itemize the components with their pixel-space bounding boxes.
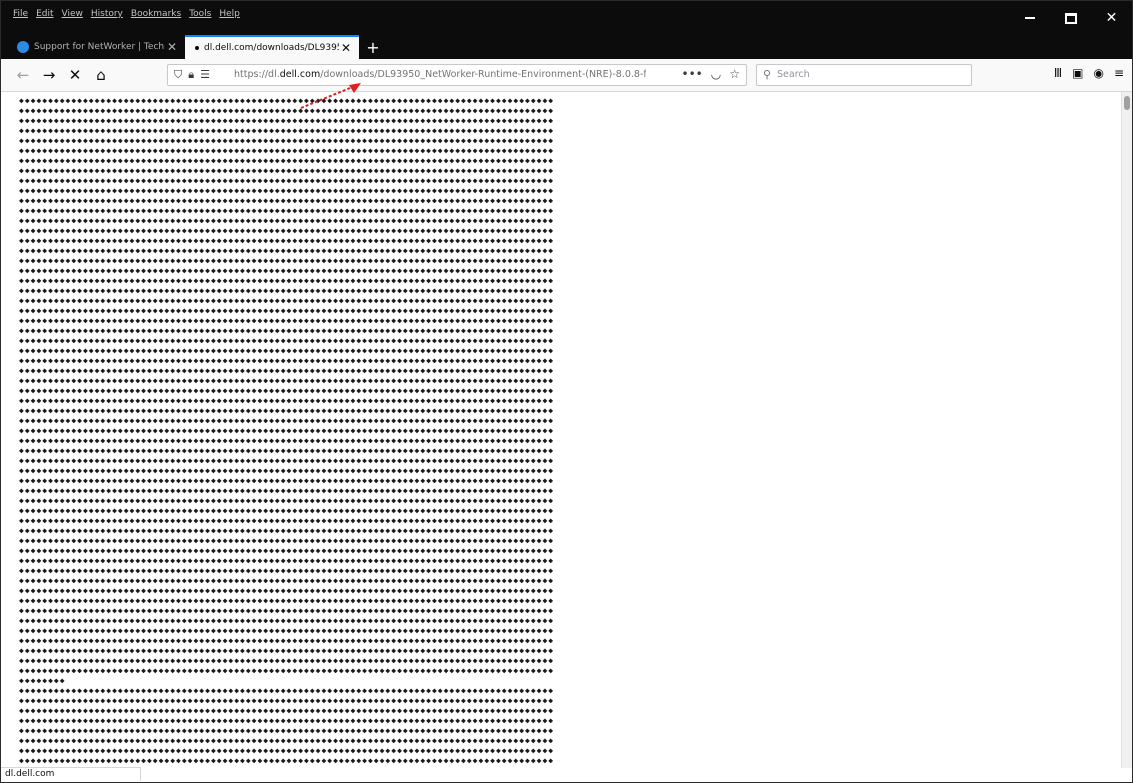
stop-icon[interactable]: ✕ <box>65 65 85 85</box>
vertical-scrollbar[interactable] <box>1121 92 1132 768</box>
tab-dl-dell-download[interactable]: dl.dell.com/downloads/DL9395 ✕ <box>185 35 359 59</box>
sidebar-icon[interactable]: ▣ <box>1072 66 1083 80</box>
annotation-arrow-icon <box>300 83 361 109</box>
binary-garbage-text: ◆◆◆◆◆◆◆◆◆◆◆◆◆◆◆◆◆◆◆◆◆◆◆◆◆◆◆◆◆◆◆◆◆◆◆◆◆◆◆◆… <box>19 96 555 768</box>
close-tab-icon[interactable]: ✕ <box>339 41 353 55</box>
more-icon[interactable]: ••• <box>682 67 703 81</box>
browser-window: File Edit View History Bookmarks Tools H… <box>0 0 1133 783</box>
tab-support-networker[interactable]: Support for NetWorker | Techn ✕ <box>11 35 185 59</box>
back-arrow-icon[interactable]: ← <box>13 65 33 85</box>
menu-bar: File Edit View History Bookmarks Tools H… <box>13 9 240 19</box>
url-domain: dell.com <box>279 69 321 80</box>
hamburger-icon[interactable]: ≡ <box>1114 66 1124 80</box>
address-bar[interactable]: ⛉ 🔒︎ ☰ https://dl.dell.com/downloads/DL9… <box>167 64 747 86</box>
title-bar: File Edit View History Bookmarks Tools H… <box>1 1 1132 35</box>
pocket-icon[interactable]: ◡ <box>711 67 721 81</box>
shield-icon[interactable]: ⛉ <box>174 68 182 82</box>
url-text[interactable]: https://dl.dell.com/downloads/DL93950_Ne… <box>234 69 646 80</box>
menu-view[interactable]: View <box>62 9 83 19</box>
menu-history[interactable]: History <box>91 9 123 19</box>
search-placeholder: Search <box>777 69 810 80</box>
menu-tools[interactable]: Tools <box>189 9 211 19</box>
identity-box: ⛉ 🔒︎ ☰ <box>174 68 210 82</box>
close-tab-icon[interactable]: ✕ <box>165 40 179 54</box>
page-actions: ••• ◡ ☆ <box>682 67 740 81</box>
new-tab-button[interactable]: + <box>359 35 387 59</box>
toolbar-right: Ⅲ ▣ ◉ ≡ <box>1054 66 1124 80</box>
library-icon[interactable]: Ⅲ <box>1054 66 1062 80</box>
close-window-button[interactable]: ✕ <box>1091 1 1132 35</box>
menu-file[interactable]: File <box>13 9 28 19</box>
url-prefix: https://dl. <box>234 69 280 80</box>
scrollbar-thumb[interactable] <box>1124 96 1130 110</box>
navigation-toolbar: ← → ✕ ⌂ ⛉ 🔒︎ ☰ https://dl.dell.com/downl… <box>1 59 1132 92</box>
permissions-icon[interactable]: ☰ <box>200 68 210 82</box>
lock-icon[interactable]: 🔒︎ <box>188 68 194 82</box>
account-icon[interactable]: ◉ <box>1093 66 1103 80</box>
tab-strip: Support for NetWorker | Techn ✕ dl.dell.… <box>11 35 387 59</box>
window-controls: ✕ <box>1009 1 1132 35</box>
tab-title: dl.dell.com/downloads/DL9395 <box>204 43 339 53</box>
menu-help[interactable]: Help <box>219 9 240 19</box>
star-icon[interactable]: ☆ <box>729 67 740 81</box>
search-input[interactable]: ⚲ Search <box>756 64 972 86</box>
loading-dot-icon <box>195 46 199 50</box>
home-icon[interactable]: ⌂ <box>91 65 111 85</box>
dell-favicon-icon <box>17 41 29 53</box>
menu-edit[interactable]: Edit <box>36 9 53 19</box>
tab-title: Support for NetWorker | Techn <box>34 42 165 52</box>
menu-bookmarks[interactable]: Bookmarks <box>131 9 181 19</box>
maximize-button[interactable] <box>1050 1 1091 35</box>
forward-arrow-icon[interactable]: → <box>39 65 59 85</box>
search-icon: ⚲ <box>763 68 772 81</box>
status-bar: dl.dell.com <box>1 767 141 781</box>
url-path: /downloads/DL93950_NetWorker-Runtime-Env… <box>320 69 646 80</box>
page-content: ◆◆◆◆◆◆◆◆◆◆◆◆◆◆◆◆◆◆◆◆◆◆◆◆◆◆◆◆◆◆◆◆◆◆◆◆◆◆◆◆… <box>1 92 1132 768</box>
minimize-button[interactable] <box>1009 1 1050 35</box>
